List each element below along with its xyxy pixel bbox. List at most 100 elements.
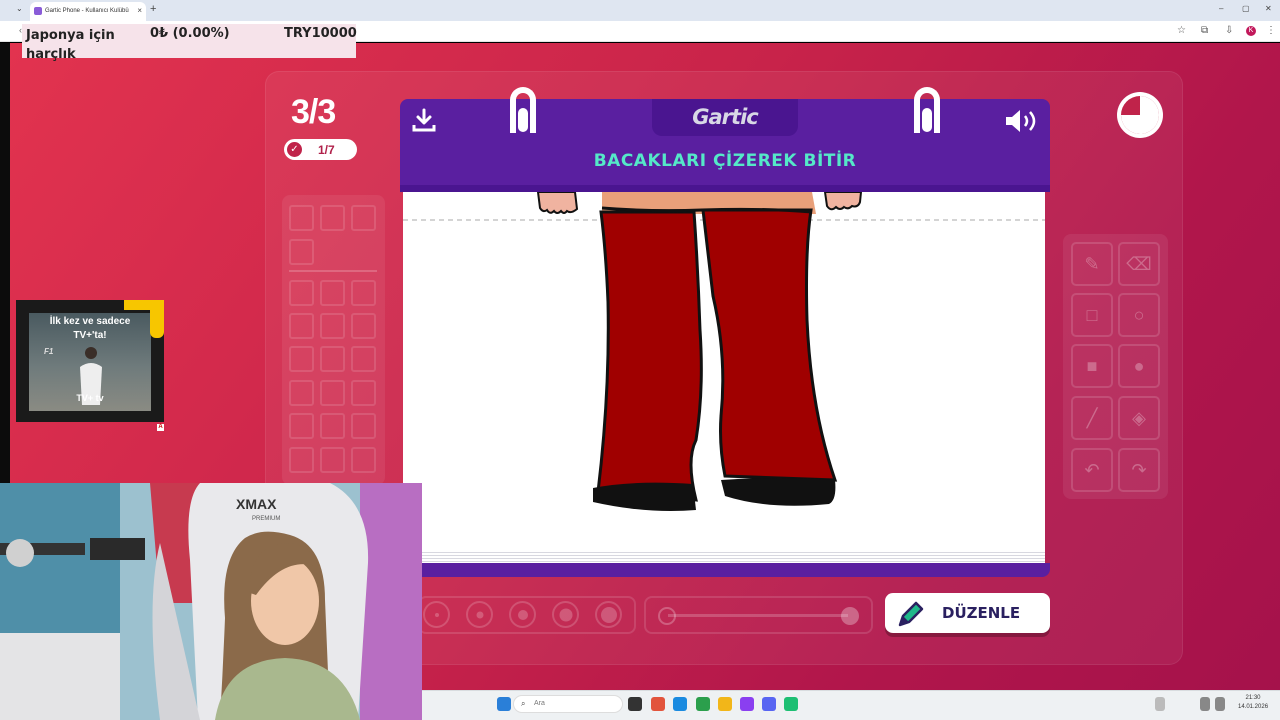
tab-title: Gartic Phone - Kullanıcı Kulübü [45, 8, 129, 14]
clock-date: 14.01.2026 [1238, 704, 1269, 710]
color-swatch[interactable] [351, 447, 376, 473]
bucket-tool[interactable]: ◈ [1118, 396, 1160, 440]
color-swatch[interactable] [289, 447, 314, 473]
tab-search-dropdown[interactable]: ⌄ [16, 4, 23, 13]
chair-sub: PREMIUM [252, 516, 280, 522]
circle-fill-tool[interactable]: ● [1118, 344, 1160, 388]
color-swatch[interactable] [289, 413, 314, 439]
taskbar-search[interactable]: ⌕ Ara [513, 695, 623, 713]
webcam-scene: XMAX PREMIUM [0, 483, 422, 720]
color-swatch[interactable] [320, 313, 345, 339]
edit-button-label: DÜZENLE [942, 604, 1021, 622]
volume-icon[interactable] [1215, 697, 1225, 711]
brush-size-2[interactable] [466, 601, 493, 628]
ad-choices-icon[interactable]: A [157, 424, 164, 431]
pencil-icon: ✎ [1084, 254, 1100, 274]
circle-outline-icon: ○ [1133, 305, 1145, 325]
brush-size-5[interactable] [595, 601, 622, 628]
tray-icons[interactable] [1155, 697, 1165, 711]
app-icon-2[interactable] [784, 697, 798, 711]
app-icon-1[interactable] [651, 697, 665, 711]
edge-icon[interactable] [673, 697, 687, 711]
drawing-canvas[interactable] [403, 192, 1045, 550]
color-swatch[interactable] [320, 447, 345, 473]
palette-divider [289, 270, 377, 272]
timer-icon [1117, 92, 1163, 138]
maximize-button[interactable]: ▢ [1242, 4, 1250, 13]
chrome-icon[interactable] [696, 697, 710, 711]
downloads-icon[interactable]: ⇩ [1225, 25, 1233, 36]
taskbar-clock[interactable]: 21:30 14.01.2026 [1238, 694, 1268, 712]
profile-avatar[interactable]: K [1246, 26, 1256, 36]
sound-icon[interactable] [1004, 108, 1040, 134]
opacity-handle[interactable] [841, 607, 859, 625]
redo-button[interactable]: ↷ [1118, 448, 1160, 492]
tab-close-icon[interactable]: × [137, 6, 142, 15]
color-swatch[interactable] [351, 280, 376, 306]
color-swatch[interactable] [289, 346, 314, 372]
board-footer [400, 563, 1050, 577]
round-counter: 3/3 [291, 93, 336, 131]
opacity-slider[interactable] [644, 596, 873, 634]
network-icon[interactable] [1200, 697, 1210, 711]
ad-brand-tab [150, 308, 164, 338]
color-swatch[interactable] [289, 280, 314, 306]
color-swatch[interactable] [289, 205, 314, 231]
drawing-legs [403, 192, 1045, 511]
extensions-icon[interactable]: ⧉ [1201, 25, 1208, 36]
browser-tab[interactable]: Gartic Phone - Kullanıcı Kulübü × [30, 2, 146, 21]
color-swatch[interactable] [320, 413, 345, 439]
rectangle-fill-tool[interactable]: ■ [1071, 344, 1113, 388]
bucket-icon: ◈ [1132, 408, 1146, 428]
rectangle-outline-tool[interactable]: □ [1071, 293, 1113, 337]
gartic-logo: Gartic [692, 105, 758, 129]
brush-size-3[interactable] [509, 601, 536, 628]
chair-brand: XMAX [236, 496, 277, 512]
stock-change: 0₺ (0.00%) [150, 26, 230, 41]
undo-icon: ↶ [1084, 460, 1100, 480]
rectangle-fill-icon: ■ [1086, 356, 1098, 376]
opacity-track [668, 614, 848, 617]
circle-fill-icon: ● [1133, 356, 1145, 376]
edit-button[interactable]: DÜZENLE [885, 593, 1050, 633]
color-swatch[interactable] [351, 205, 376, 231]
color-swatch[interactable] [320, 346, 345, 372]
browser-menu-icon[interactable]: ⋮ [1266, 25, 1276, 36]
color-swatch[interactable] [320, 205, 345, 231]
stock-label: Japonya için harçlık [26, 28, 115, 62]
color-swatch[interactable] [351, 346, 376, 372]
start-icon[interactable] [497, 697, 511, 711]
twitch-icon[interactable] [740, 697, 754, 711]
color-swatch[interactable] [320, 380, 345, 406]
redo-icon: ↷ [1131, 460, 1147, 480]
rectangle-outline-icon: □ [1086, 305, 1098, 325]
circle-outline-tool[interactable]: ○ [1118, 293, 1160, 337]
close-window-button[interactable]: ✕ [1265, 4, 1272, 13]
favicon-icon [34, 7, 42, 15]
pencil-tool[interactable]: ✎ [1071, 242, 1113, 286]
ad-footer: TV+ tv [76, 393, 104, 403]
color-swatch[interactable] [351, 380, 376, 406]
color-swatch[interactable] [289, 380, 314, 406]
brush-size-1[interactable] [423, 601, 450, 628]
color-swatch[interactable] [351, 313, 376, 339]
color-swatch[interactable] [320, 280, 345, 306]
minimize-button[interactable]: – [1219, 4, 1223, 13]
browser-tab-bar [0, 0, 1280, 21]
undo-button[interactable]: ↶ [1071, 448, 1113, 492]
color-swatch[interactable] [289, 313, 314, 339]
task-view-icon[interactable] [628, 697, 642, 711]
color-swatch[interactable] [289, 239, 314, 265]
discord-icon[interactable] [762, 697, 776, 711]
eraser-tool[interactable]: ⌫ [1118, 242, 1160, 286]
players-done-badge: ✓ 1/7 [284, 139, 357, 160]
line-tool[interactable]: ╱ [1071, 396, 1113, 440]
binder-ring-peg-right [922, 108, 932, 132]
new-tab-button[interactable]: + [150, 3, 156, 15]
color-swatch[interactable] [351, 413, 376, 439]
search-icon: ⌕ [521, 699, 526, 708]
file-explorer-icon[interactable] [718, 697, 732, 711]
bookmark-star-icon[interactable]: ☆ [1177, 25, 1186, 36]
download-icon[interactable] [412, 108, 436, 132]
brush-size-4[interactable] [552, 601, 579, 628]
